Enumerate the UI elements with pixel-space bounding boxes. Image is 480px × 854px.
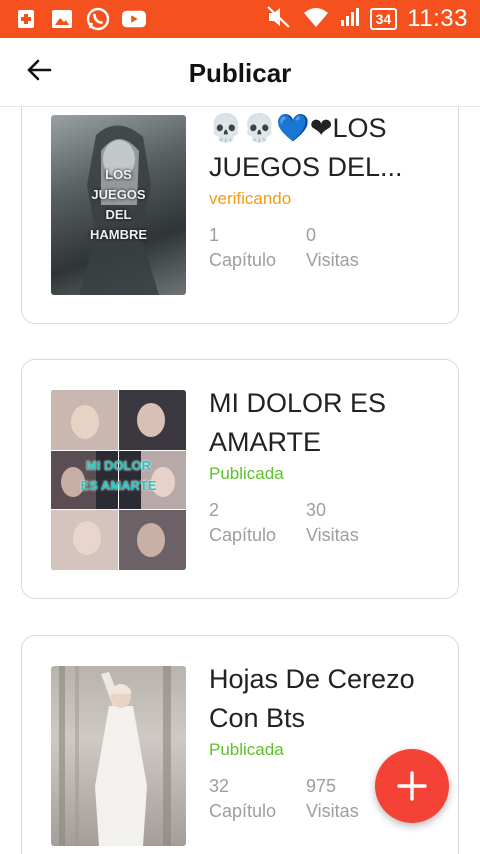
whatsapp-icon bbox=[86, 7, 110, 31]
gallery-icon bbox=[50, 7, 74, 31]
chapter-count-value: 32 bbox=[209, 776, 230, 796]
story-list[interactable]: LOS JUEGOS DEL HAMBRE 💀💀💙❤LOS JUEGOS DEL… bbox=[0, 106, 480, 854]
story-cover-image: MI DOLOR ES AMARTE bbox=[51, 390, 186, 570]
chapter-count-value: 1 bbox=[209, 225, 220, 245]
chapter-count: 2 Capítulo bbox=[209, 498, 276, 548]
page-title: Publicar bbox=[188, 58, 292, 88]
plus-icon bbox=[397, 771, 427, 801]
view-count-label: Visitas bbox=[306, 525, 359, 545]
system-icons: 34 11:33 bbox=[266, 0, 468, 38]
story-card[interactable]: MI DOLOR ES AMARTE MI DOLOR ES AMARTE Pu… bbox=[21, 359, 459, 599]
story-status: Publicada bbox=[209, 464, 284, 483]
view-count: 0 Visitas bbox=[306, 223, 359, 273]
view-count-value: 30 bbox=[306, 500, 327, 520]
view-count-label: Visitas bbox=[306, 801, 359, 821]
status-bar: 34 11:33 bbox=[0, 0, 480, 38]
signal-icon bbox=[340, 7, 360, 32]
chapter-count-label: Capítulo bbox=[209, 801, 277, 821]
story-title: 💀💀💙❤LOS JUEGOS DEL... bbox=[209, 113, 403, 182]
app-bar: Publicar bbox=[0, 38, 480, 107]
story-status: verificando bbox=[209, 189, 292, 208]
story-cover-image: LOS JUEGOS DEL HAMBRE bbox=[51, 115, 186, 295]
mute-icon bbox=[266, 5, 292, 34]
youtube-icon bbox=[122, 7, 146, 31]
story-status: Publicada bbox=[209, 740, 284, 759]
story-title: MI DOLOR ES AMARTE bbox=[209, 388, 387, 457]
view-count-value: 975 bbox=[306, 776, 337, 796]
story-cover-image bbox=[51, 666, 186, 846]
view-count-label: Visitas bbox=[306, 250, 359, 270]
view-count-value: 0 bbox=[306, 225, 317, 245]
clock: 11:33 bbox=[407, 5, 468, 32]
chapter-count: 32 Capítulo bbox=[209, 774, 276, 824]
story-card[interactable]: Hojas De Cerezo Con Bts Publicada 32 Cap… bbox=[21, 635, 459, 854]
story-title: Hojas De Cerezo Con Bts bbox=[209, 664, 415, 733]
chapter-count-value: 2 bbox=[209, 500, 220, 520]
wifi-icon bbox=[302, 6, 330, 33]
chapter-count-label: Capítulo bbox=[209, 525, 277, 545]
view-count: 30 Visitas bbox=[306, 498, 359, 548]
add-story-button[interactable] bbox=[375, 749, 449, 823]
chapter-count: 1 Capítulo bbox=[209, 223, 276, 273]
cover-title-text: MI DOLOR ES AMARTE bbox=[80, 458, 157, 493]
view-count: 975 Visitas bbox=[306, 774, 359, 824]
battery-indicator: 34 bbox=[369, 8, 398, 30]
notification-icon bbox=[14, 7, 38, 31]
notification-icons bbox=[14, 7, 146, 31]
cover-title-text: LOS JUEGOS DEL HAMBRE bbox=[89, 167, 148, 242]
chapter-count-label: Capítulo bbox=[209, 250, 277, 270]
story-card[interactable]: LOS JUEGOS DEL HAMBRE 💀💀💙❤LOS JUEGOS DEL… bbox=[21, 106, 459, 324]
